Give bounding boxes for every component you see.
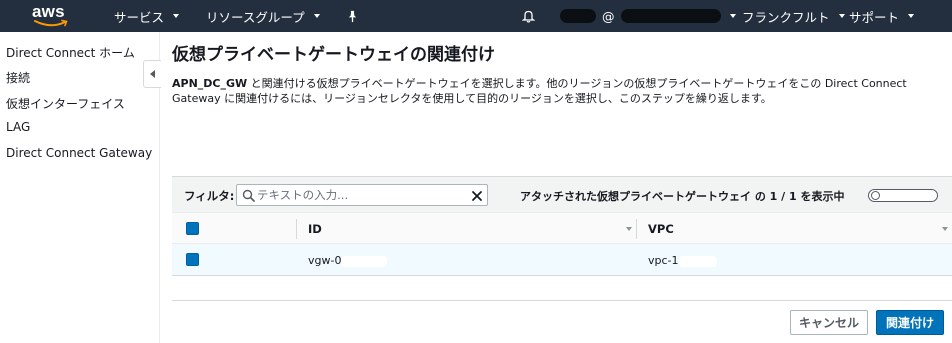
- sidebar-collapse-button[interactable]: [143, 60, 161, 88]
- services-label: サービス: [114, 9, 165, 25]
- redacted-vgw-id: [341, 255, 388, 267]
- associate-button[interactable]: 関連付け: [876, 310, 944, 335]
- table-header: ID VPC: [172, 212, 952, 244]
- page-description: APN_DC_GW と関連付ける仮想プライベートゲートウェイを選択します。他のリ…: [172, 76, 944, 106]
- services-menu[interactable]: サービス: [114, 0, 180, 32]
- close-icon[interactable]: [469, 188, 485, 204]
- region-menu[interactable]: フランクフルト: [742, 0, 845, 32]
- gateway-name: APN_DC_GW: [172, 77, 248, 90]
- sidebar-item-connections[interactable]: 接続: [6, 69, 30, 86]
- notifications-button[interactable]: [522, 0, 535, 32]
- resource-groups-menu[interactable]: リソースグループ: [206, 0, 320, 32]
- pin-button[interactable]: [346, 0, 359, 32]
- pin-icon: [348, 10, 357, 22]
- chevron-left-icon: [150, 70, 155, 78]
- account-menu[interactable]: @: [560, 0, 736, 32]
- account-at-sign: @: [602, 8, 615, 24]
- chevron-down-icon: [313, 14, 320, 18]
- bell-icon: [522, 10, 535, 23]
- select-all-checkbox[interactable]: [186, 222, 199, 235]
- sidebar-item-direct-connect-home[interactable]: Direct Connect ホーム: [6, 44, 135, 61]
- filter-label: フィルタ:: [184, 189, 235, 203]
- redacted-username: [560, 9, 596, 23]
- description-line-2: Gateway に関連付けるには、リージョンセレクタを使用して目的のリージョンを…: [172, 92, 772, 105]
- description-line-1: と関連付ける仮想プライベートゲートウェイを選択します。他のリージョンの仮想プライ…: [247, 77, 907, 90]
- sort-caret-icon[interactable]: [942, 227, 948, 231]
- support-label: サポート: [849, 9, 900, 25]
- aws-smile-icon: [34, 19, 68, 27]
- search-icon: [242, 189, 255, 202]
- gateway-table-panel: フィルタ: アタッチされた仮想プライベートゲートウェイ の 1 / 1 を表示中…: [172, 176, 952, 301]
- redacted-vpc-id: [678, 255, 717, 267]
- filter-bar: フィルタ: アタッチされた仮想プライベートゲートウェイ の 1 / 1 を表示中: [172, 176, 952, 212]
- sidebar: Direct Connect ホーム 接続 仮想インターフェイス LAG Dir…: [0, 32, 160, 343]
- aws-logo[interactable]: aws: [30, 2, 74, 30]
- column-header-vpc[interactable]: VPC: [648, 222, 674, 236]
- row-checkbox[interactable]: [186, 253, 199, 266]
- sidebar-item-lag[interactable]: LAG: [6, 120, 30, 134]
- table-row[interactable]: vgw-0 vpc-1: [172, 244, 952, 276]
- vgw-id: vgw-0: [308, 254, 342, 267]
- chevron-down-icon: [908, 14, 915, 18]
- filter-input[interactable]: [257, 187, 463, 203]
- top-navigation: aws サービス リソースグループ @ フランクフルト サポート: [0, 0, 952, 32]
- column-divider: [296, 219, 297, 239]
- toggle-knob: [871, 191, 880, 200]
- sidebar-item-direct-connect-gateway[interactable]: Direct Connect Gateway: [6, 146, 152, 160]
- chevron-down-icon: [729, 14, 736, 18]
- cancel-button[interactable]: キャンセル: [790, 310, 868, 335]
- sort-caret-icon[interactable]: [626, 227, 632, 231]
- region-label: フランクフルト: [742, 9, 830, 25]
- sidebar-item-virtual-interfaces[interactable]: 仮想インターフェイス: [6, 95, 125, 112]
- redacted-account-id: [620, 9, 721, 23]
- showing-count-text: アタッチされた仮想プライベートゲートウェイ の 1 / 1 を表示中: [520, 190, 845, 203]
- chevron-down-icon: [838, 14, 845, 18]
- attached-filter-toggle[interactable]: [868, 189, 938, 202]
- resource-groups-label: リソースグループ: [206, 9, 305, 25]
- column-header-id[interactable]: ID: [308, 222, 322, 236]
- vpc-id: vpc-1: [648, 254, 679, 267]
- support-menu[interactable]: サポート: [849, 0, 915, 32]
- filter-input-box[interactable]: [236, 184, 488, 206]
- page-title: 仮想プライベートゲートウェイの関連付け: [172, 45, 495, 65]
- column-divider: [636, 219, 637, 239]
- row-vpc-cell: vpc-1: [648, 254, 717, 267]
- row-id-cell: vgw-0: [308, 254, 388, 267]
- chevron-down-icon: [173, 14, 180, 18]
